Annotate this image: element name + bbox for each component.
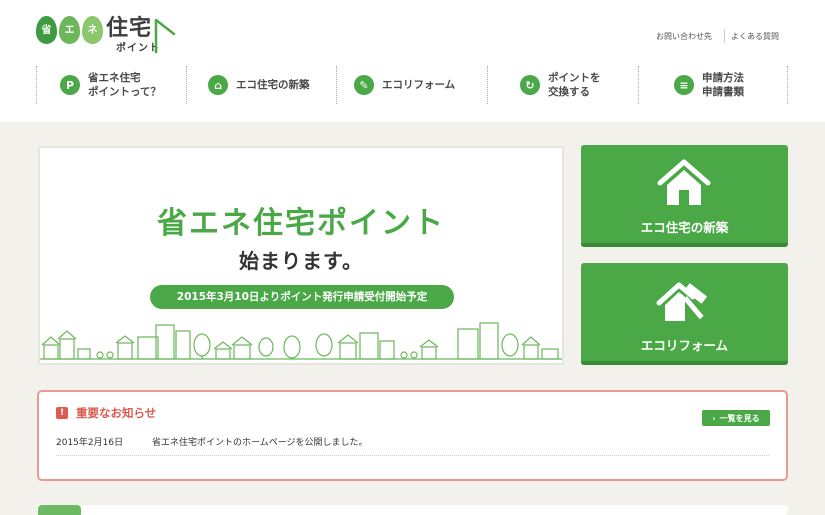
hero-banner[interactable]: 省エネ住宅ポイント 始まります。 2015年3月10日よりポイント発行申請受付開… xyxy=(38,146,564,365)
hero-title: 省エネ住宅ポイント xyxy=(157,206,445,241)
news-link[interactable]: 省エネ住宅ポイントのホームページを公開しました。 xyxy=(152,435,368,448)
view-all-label: 一覧を見る xyxy=(719,413,760,423)
alert-icon: ! xyxy=(56,407,68,419)
reform-button[interactable]: エコリフォーム xyxy=(581,263,788,365)
utility-divider xyxy=(724,29,725,43)
next-section-tab xyxy=(38,505,81,515)
nav-item-exchange[interactable]: ↻ ポイントを 交換する xyxy=(520,66,601,104)
notice-title: 重要なお知らせ xyxy=(76,406,157,420)
new-build-label: エコ住宅の新築 xyxy=(640,220,729,235)
nav-label: 申請方法 申請書類 xyxy=(702,72,744,98)
contact-link[interactable]: お問い合わせ先 xyxy=(656,31,712,42)
faq-link[interactable]: よくある質問 xyxy=(731,31,779,42)
nav-label: エコリフォーム xyxy=(382,79,456,91)
news-date: 2015年2月16日 xyxy=(56,438,124,448)
important-notice-box: ! 重要なお知らせ › 一覧を見る 2015年2月16日 省エネ住宅ポイントのホ… xyxy=(37,390,788,481)
divider xyxy=(56,455,769,456)
reform-label: エコリフォーム xyxy=(640,338,729,353)
p-point-icon: P xyxy=(60,75,80,95)
hero-subtitle: 始まります。 xyxy=(239,249,363,273)
nav-item-new-build[interactable]: ⌂ エコ住宅の新築 xyxy=(208,66,310,104)
nav-label: 省エネ住宅 ポイントって？ xyxy=(88,72,161,98)
logo-leaf-1: 省 xyxy=(36,16,57,44)
logo-leaf-2: エ xyxy=(59,16,80,44)
main-nav: P 省エネ住宅 ポイントって？ ⌂ エコ住宅の新築 ✎ エコリフォーム ↻ ポイ… xyxy=(36,66,788,104)
new-build-button[interactable]: エコ住宅の新築 xyxy=(581,145,788,247)
chevron-right-icon: › xyxy=(712,413,716,423)
nav-item-about[interactable]: P 省エネ住宅 ポイントって？ xyxy=(60,66,161,104)
site-logo[interactable]: 省 エ ネ 住宅 ポイント xyxy=(36,14,176,58)
exchange-icon: ↻ xyxy=(520,75,540,95)
nav-item-apply[interactable]: ≡ 申請方法 申請書類 xyxy=(674,66,744,104)
townscape-illustration xyxy=(40,322,562,360)
next-section-card xyxy=(37,505,788,515)
house-icon: ⌂ xyxy=(208,75,228,95)
site-header: 省 エ ネ 住宅 ポイント お問い合わせ先 よくある質問 P 省エネ住宅 ポイン… xyxy=(0,0,825,122)
view-all-button[interactable]: › 一覧を見る xyxy=(702,410,770,426)
document-icon: ≡ xyxy=(674,75,694,95)
house-icon xyxy=(657,159,711,205)
nav-label: ポイントを 交換する xyxy=(548,72,601,98)
nav-label: エコ住宅の新築 xyxy=(236,79,310,91)
logo-leaf-3: ネ xyxy=(82,16,103,44)
hammer-icon: ✎ xyxy=(354,75,374,95)
hero-date-pill: 2015年3月10日よりポイント発行申請受付開始予定 xyxy=(150,285,454,309)
nav-item-reform[interactable]: ✎ エコリフォーム xyxy=(354,66,455,104)
logo-main-text: 住宅 xyxy=(106,16,153,41)
logo-roof-icon xyxy=(154,18,176,54)
hammer-house-icon xyxy=(656,282,708,321)
